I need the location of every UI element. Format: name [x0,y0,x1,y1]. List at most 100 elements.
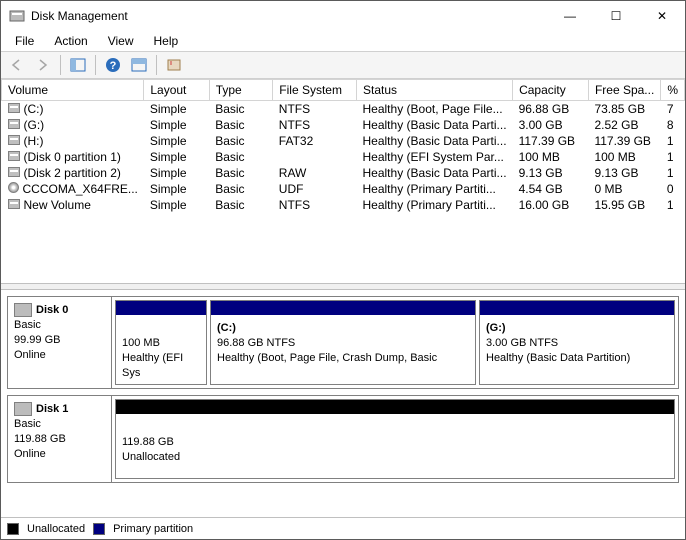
col-filesystem[interactable]: File System [273,80,357,101]
disk-info[interactable]: Disk 1Basic119.88 GBOnline [8,396,112,482]
cell-capacity: 16.00 GB [513,197,589,213]
menu-help[interactable]: Help [144,32,189,50]
cell-fs: UDF [273,181,357,197]
table-row[interactable]: (Disk 0 partition 1)SimpleBasicHealthy (… [2,149,685,165]
partition-stripe [480,301,674,315]
hdd-icon [14,402,32,416]
disk-size: 119.88 GB [14,432,105,447]
svg-text:?: ? [110,60,117,72]
disk-info[interactable]: Disk 0 Basic99.99 GBOnline [8,297,112,388]
disk-type: Basic [14,417,105,432]
table-row[interactable]: (H:)SimpleBasicFAT32Healthy (Basic Data … [2,133,685,149]
show-hide-tree-button[interactable] [66,54,90,76]
partition-stripe [116,301,206,315]
drive-icon [8,167,20,177]
legend: Unallocated Primary partition [1,517,685,539]
cell-free: 73.85 GB [588,101,660,118]
col-capacity[interactable]: Capacity [513,80,589,101]
table-row[interactable]: CCCOMA_X64FRE...SimpleBasicUDFHealthy (P… [2,181,685,197]
cell-pct: 0 [661,181,685,197]
drive-icon [8,135,20,145]
table-header-row: Volume Layout Type File System Status Ca… [2,80,685,101]
disk-partitions: 119.88 GBUnallocated [112,396,678,482]
hdd-icon [14,303,32,317]
partition[interactable]: (C:)96.88 GB NTFSHealthy (Boot, Page Fil… [210,300,476,385]
forward-button[interactable] [31,54,55,76]
partition-status: Healthy (Boot, Page File, Crash Dump, Ba… [217,351,469,366]
drive-icon [8,199,20,209]
partition[interactable]: 100 MBHealthy (EFI Sys [115,300,207,385]
minimize-button[interactable]: — [547,1,593,31]
help-icon[interactable]: ? [101,54,125,76]
disk-state: Online [14,348,105,363]
table-row[interactable]: (C:)SimpleBasicNTFSHealthy (Boot, Page F… [2,101,685,118]
cell-pct: 1 [661,165,685,181]
cell-pct: 7 [661,101,685,118]
table-row[interactable]: (Disk 2 partition 2)SimpleBasicRAWHealth… [2,165,685,181]
disk-map-area: Disk 0Basic99.99 GBOnline 100 MBHealthy … [1,290,685,517]
disc-icon [8,182,19,193]
drive-icon [8,103,20,113]
cell-fs: NTFS [273,101,357,118]
cell-pct: 1 [661,133,685,149]
close-button[interactable]: ✕ [639,1,685,31]
cell-free: 2.52 GB [588,117,660,133]
cell-type: Basic [209,181,273,197]
partition[interactable]: 119.88 GBUnallocated [115,399,675,479]
menu-view[interactable]: View [98,32,144,50]
cell-pct: 8 [661,117,685,133]
cell-layout: Simple [144,197,209,213]
volume-name: (Disk 2 partition 2) [24,166,121,180]
menu-bar: File Action View Help [1,31,685,51]
menu-action[interactable]: Action [44,32,97,50]
partition-label: (C:) [217,322,236,334]
table-row[interactable]: New VolumeSimpleBasicNTFSHealthy (Primar… [2,197,685,213]
col-percent[interactable]: % [661,80,685,101]
partition-status: Healthy (EFI Sys [122,351,200,381]
cell-fs: FAT32 [273,133,357,149]
app-icon [9,8,25,24]
col-free[interactable]: Free Spa... [588,80,660,101]
menu-file[interactable]: File [5,32,44,50]
cell-type: Basic [209,133,273,149]
col-layout[interactable]: Layout [144,80,209,101]
volume-name: (H:) [24,134,44,148]
cell-status: Healthy (Basic Data Parti... [357,117,513,133]
cell-fs: RAW [273,165,357,181]
cell-type: Basic [209,165,273,181]
disk-title: Disk 1 [36,403,68,415]
cell-status: Healthy (Primary Partiti... [357,197,513,213]
cell-fs: NTFS [273,197,357,213]
cell-free: 0 MB [588,181,660,197]
cell-capacity: 9.13 GB [513,165,589,181]
cell-capacity: 96.88 GB [513,101,589,118]
disk-row: Disk 0 Basic99.99 GBOnline 100 MBHealthy … [7,296,679,389]
cell-free: 100 MB [588,149,660,165]
panel-top-button[interactable] [127,54,151,76]
cell-layout: Simple [144,181,209,197]
window-controls: — ☐ ✕ [547,1,685,31]
cell-layout: Simple [144,133,209,149]
volume-table[interactable]: Volume Layout Type File System Status Ca… [1,79,685,213]
partition[interactable]: (G:)3.00 GB NTFSHealthy (Basic Data Part… [479,300,675,385]
cell-layout: Simple [144,149,209,165]
col-volume[interactable]: Volume [2,80,144,101]
cell-type: Basic [209,149,273,165]
table-row[interactable]: (G:)SimpleBasicNTFSHealthy (Basic Data P… [2,117,685,133]
cell-status: Healthy (Boot, Page File... [357,101,513,118]
cell-fs: NTFS [273,117,357,133]
settings-icon[interactable] [162,54,186,76]
col-status[interactable]: Status [357,80,513,101]
back-button[interactable] [5,54,29,76]
swatch-unallocated [7,523,19,535]
partition-size: 3.00 GB NTFS [486,336,668,351]
volume-name: New Volume [24,198,91,212]
cell-pct: 1 [661,197,685,213]
disk-title: Disk 0 [36,304,68,316]
disk-size: 99.99 GB [14,333,105,348]
col-type[interactable]: Type [209,80,273,101]
maximize-button[interactable]: ☐ [593,1,639,31]
partition-status: Unallocated [122,450,668,465]
disk-type: Basic [14,318,105,333]
partition-status: Healthy (Basic Data Partition) [486,351,668,366]
